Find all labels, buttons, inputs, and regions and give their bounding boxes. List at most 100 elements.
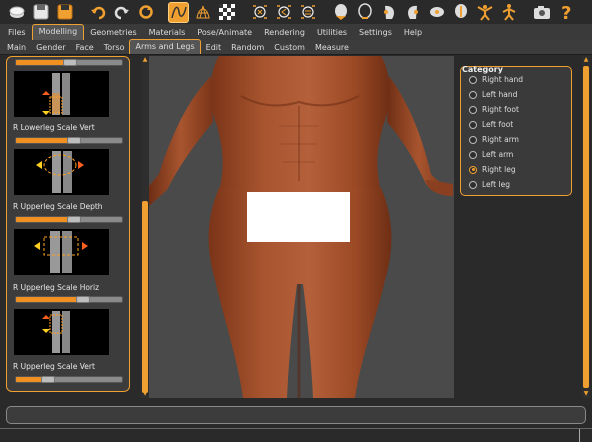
slider-knob[interactable] [76,296,91,303]
censor-block [247,192,350,242]
new-file-icon[interactable] [6,2,27,23]
radio-button[interactable] [469,180,477,189]
tab-random[interactable]: Random [226,41,269,54]
upperleg-depth-preview [14,149,109,195]
tab-edit[interactable]: Edit [201,41,227,54]
scroll-down-icon[interactable]: ▼ [141,390,149,398]
category-group: Category Right hand Left hand Right foot… [460,65,572,196]
tab-geometries[interactable]: Geometries [84,26,142,40]
modelling-sub-tabs: Main Gender Face Torso Arms and Legs Edi… [0,39,592,55]
category-option-right-hand[interactable]: Right hand [469,75,523,84]
smooth-icon[interactable] [168,1,189,23]
slider-knob[interactable] [66,216,81,223]
export-icon[interactable] [54,2,75,23]
tab-pose-animate[interactable]: Pose/Animate [191,26,258,40]
screenshot-icon[interactable] [531,2,552,23]
tab-measure[interactable]: Measure [310,41,354,54]
bottom-bar [0,428,592,442]
category-option-left-arm[interactable]: Left arm [469,150,513,159]
scrollbar-thumb[interactable] [142,201,148,393]
face-back-icon[interactable] [450,2,471,23]
upperleg-scale-horiz-slider[interactable] [15,296,123,303]
category-title: Category [462,65,503,74]
face-left-icon[interactable] [378,2,399,23]
tab-gender[interactable]: Gender [31,41,70,54]
slider-fill [16,60,64,65]
upperleg-horiz-preview [14,229,109,275]
category-option-left-leg[interactable]: Left leg [469,180,510,189]
radio-button[interactable] [469,150,477,159]
tab-rendering[interactable]: Rendering [258,26,311,40]
tab-modelling[interactable]: Modelling [31,24,85,40]
tab-help[interactable]: Help [398,26,428,40]
wireframe-icon[interactable] [192,2,213,23]
resize-handle[interactable] [579,429,580,442]
category-option-left-foot[interactable]: Left foot [469,120,513,129]
modifier-label: R Upperleg Scale Vert [13,362,95,371]
slider-fill [16,297,80,302]
scrollbar-thumb[interactable] [583,66,589,388]
front-view-icon[interactable] [249,2,270,23]
undo-icon[interactable] [87,2,108,23]
pose-a-icon[interactable] [498,2,519,23]
slider-fill [16,377,43,382]
category-option-right-foot[interactable]: Right foot [469,105,519,114]
tab-files[interactable]: Files [2,26,32,40]
scroll-up-icon[interactable]: ▲ [141,56,149,64]
tab-arms-and-legs[interactable]: Arms and Legs [129,39,201,54]
tab-torso[interactable]: Torso [99,41,130,54]
tab-materials[interactable]: Materials [143,26,192,40]
slider-knob[interactable] [66,137,81,144]
face-top-icon[interactable] [426,2,447,23]
category-option-left-hand[interactable]: Left hand [469,90,517,99]
tab-settings[interactable]: Settings [353,26,398,40]
lowerleg-vert-preview [14,71,109,117]
radio-button[interactable] [469,120,477,129]
modifier-label: R Upperleg Scale Horiz [13,283,100,292]
status-bar [6,406,586,424]
modifier-label: R Lowerleg Scale Vert [13,123,95,132]
modifier-label: R Upperleg Scale Depth [13,202,103,211]
slider-knob[interactable] [41,376,56,383]
upperleg-vert-preview [14,309,109,355]
radio-button[interactable] [469,135,477,144]
save-icon[interactable] [30,2,51,23]
tab-utilities[interactable]: Utilities [311,26,353,40]
top-view-icon[interactable] [297,2,318,23]
face-right-icon[interactable] [402,2,423,23]
3d-viewport[interactable] [149,56,454,398]
scroll-up-icon[interactable]: ▲ [582,56,590,64]
tab-custom[interactable]: Custom [269,41,310,54]
pose-t-icon[interactable] [474,2,495,23]
help-icon[interactable]: ? [555,2,576,23]
lowerleg-scale-vert-slider[interactable] [15,137,123,144]
background-checker-icon[interactable] [216,2,237,23]
face-front-icon[interactable] [330,2,351,23]
tab-face[interactable]: Face [71,41,99,54]
upperleg-scale-vert-slider[interactable] [15,376,123,383]
scroll-down-icon[interactable]: ▼ [582,390,590,398]
upperleg-scale-depth-slider[interactable] [15,216,123,223]
right-scrollbar[interactable]: ▲ ▼ [582,56,590,398]
category-option-right-leg[interactable]: Right leg [469,165,516,174]
app-window: ? Files Modelling Geometries Materials P… [0,0,592,442]
modifier-slider-top[interactable] [15,59,123,66]
slider-knob[interactable] [62,59,77,66]
modifier-panel: R Lowerleg Scale Vert R Upperleg Scale D… [6,56,130,392]
radio-button-selected[interactable] [469,165,477,174]
face-side-icon[interactable] [354,2,375,23]
main-toolbar: ? [0,0,592,24]
tab-main[interactable]: Main [2,41,31,54]
radio-button[interactable] [469,90,477,99]
reset-icon[interactable] [135,2,156,23]
svg-text:?: ? [561,3,571,21]
slider-fill [16,138,69,143]
redo-icon[interactable] [111,2,132,23]
panel-scrollbar[interactable]: ▲ ▼ [141,56,149,398]
main-menu-tabs: Files Modelling Geometries Materials Pos… [0,24,592,40]
radio-button[interactable] [469,105,477,114]
category-option-right-arm[interactable]: Right arm [469,135,519,144]
slider-fill [16,217,69,222]
side-view-icon[interactable] [273,2,294,23]
radio-button[interactable] [469,75,477,84]
